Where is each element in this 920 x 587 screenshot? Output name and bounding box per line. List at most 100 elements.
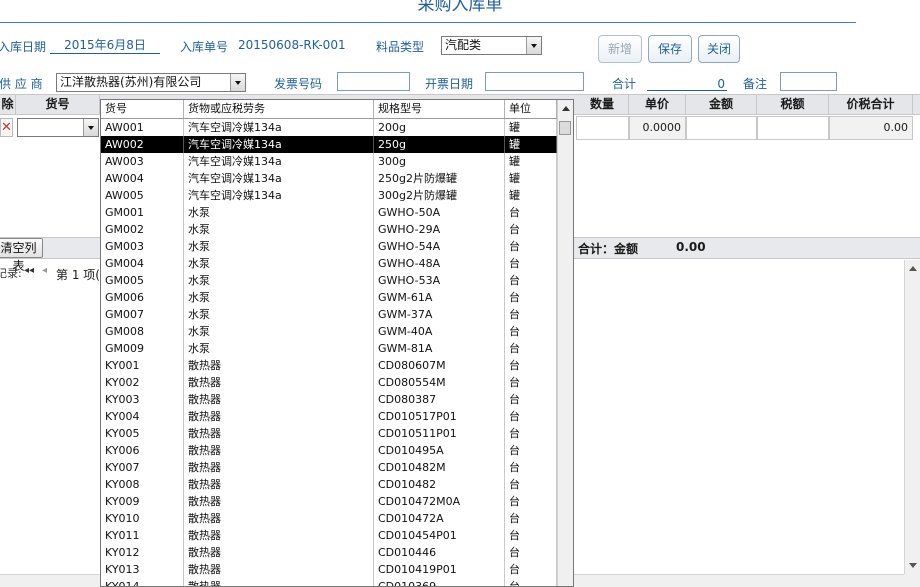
dropdown-cell-code: KY013 [101, 561, 184, 578]
dropdown-row[interactable]: KY011 散热器 CD010454P01 台 [101, 527, 557, 544]
dropdown-cell-unit: 罐 [505, 187, 557, 204]
dropdown-row[interactable]: AW002 汽车空调冷媒134a 250g 罐 [101, 136, 557, 153]
save-button[interactable]: 保存 [648, 35, 692, 63]
dropdown-cell-code: KY006 [101, 442, 184, 459]
first-record-icon[interactable]: ◂◂ [24, 265, 34, 276]
dropdown-cell-unit: 台 [505, 255, 557, 272]
dropdown-cell-unit: 台 [505, 493, 557, 510]
dropdown-row[interactable]: KY001 散热器 CD080607M 台 [101, 357, 557, 374]
dropdown-row[interactable]: AW005 汽车空调冷媒134a 300g2片防爆罐罐 [101, 187, 557, 204]
dropdown-row[interactable]: KY007 散热器 CD010482M 台 [101, 459, 557, 476]
dropdown-cell-name: 散热器 [184, 561, 374, 578]
dropdown-cell-unit: 台 [505, 306, 557, 323]
new-button[interactable]: 新增 [598, 35, 642, 63]
dropdown-cell-unit: 台 [505, 357, 557, 374]
dropdown-cell-spec: CD010472A [374, 510, 505, 527]
title-divider [0, 22, 856, 23]
dropdown-header-spec: 规格型号 [374, 100, 505, 118]
date-label: 入库日期 [0, 40, 47, 54]
dropdown-cell-name: 散热器 [184, 357, 374, 374]
dropdown-cell-name: 汽车空调冷媒134a [184, 187, 374, 204]
invoice-no-input[interactable] [337, 72, 410, 91]
clear-list-button[interactable]: 清空列表 [0, 238, 43, 273]
dropdown-row[interactable]: KY010 散热器 CD010472A 台 [101, 510, 557, 527]
tax-cell[interactable] [757, 116, 829, 140]
dropdown-row[interactable]: KY008 散热器 CD010482 台 [101, 476, 557, 493]
dropdown-row[interactable]: KY002 散热器 CD080554M 台 [101, 374, 557, 391]
chevron-down-icon[interactable] [83, 119, 98, 136]
dropdown-row[interactable]: GM005 水泵 GWHO-53A 台 [101, 272, 557, 289]
dropdown-row[interactable]: GM006 水泵 GWM-61A 台 [101, 289, 557, 306]
dropdown-row[interactable]: KY005 散热器 CD010511P01 台 [101, 425, 557, 442]
price-cell[interactable]: 0.0000 [629, 116, 686, 140]
dropdown-cell-name: 水泵 [184, 306, 374, 323]
dropdown-cell-name: 散热器 [184, 544, 374, 561]
dropdown-row[interactable]: KY013 散热器 CD010419P01 台 [101, 561, 557, 578]
dropdown-row[interactable]: GM008 水泵 GWM-40A 台 [101, 323, 557, 340]
page-vertical-scrollbar[interactable] [904, 260, 920, 574]
dropdown-cell-unit: 台 [505, 459, 557, 476]
footer-total-amount: 0.00 [676, 240, 706, 254]
dropdown-cell-spec: CD010446 [374, 544, 505, 561]
total-cell[interactable]: 0.00 [829, 116, 913, 140]
category-select-value: 汽配类 [445, 38, 482, 52]
amount-cell[interactable] [686, 116, 757, 140]
item-dropdown-list[interactable]: 货号 货物或应税劳务 规格型号 单位 AW001 汽车空调冷媒134a 200g 罐 A… [100, 99, 574, 587]
dropdown-cell-name: 水泵 [184, 272, 374, 289]
invoice-date-input[interactable] [485, 72, 584, 91]
dropdown-row[interactable]: AW001 汽车空调冷媒134a 200g 罐 [101, 119, 557, 136]
dropdown-cell-unit: 罐 [505, 153, 557, 170]
dropdown-cell-code: KY001 [101, 357, 184, 374]
supplier-select[interactable]: 江洋散热器(苏州)有限公司 [56, 73, 246, 92]
dropdown-row[interactable]: GM003 水泵 GWHO-54A 台 [101, 238, 557, 255]
date-field[interactable]: 2015年6月8日 [50, 36, 160, 54]
dropdown-cell-spec: 300g2片防爆罐 [374, 187, 505, 204]
dropdown-row[interactable]: KY006 散热器 CD010495A 台 [101, 442, 557, 459]
dropdown-row[interactable]: GM009 水泵 GWM-81A 台 [101, 340, 557, 357]
dropdown-row[interactable]: KY009 散热器 CD010472M0A 台 [101, 493, 557, 510]
dropdown-cell-unit: 台 [505, 578, 557, 586]
scroll-up-icon[interactable] [558, 100, 573, 117]
item-no-select[interactable] [17, 118, 99, 137]
dropdown-row[interactable]: GM004 水泵 GWHO-48A 台 [101, 255, 557, 272]
dropdown-row[interactable]: AW004 汽车空调冷媒134a 250g2片防爆罐罐 [101, 170, 557, 187]
dropdown-cell-code: KY007 [101, 459, 184, 476]
scroll-thumb[interactable] [559, 121, 571, 135]
dropdown-cell-code: AW004 [101, 170, 184, 187]
dropdown-cell-code: GM008 [101, 323, 184, 340]
dropdown-row[interactable]: AW003 汽车空调冷媒134a 300g 罐 [101, 153, 557, 170]
dropdown-row[interactable]: KY003 散热器 CD080387 台 [101, 391, 557, 408]
chevron-down-icon[interactable] [230, 74, 245, 91]
dropdown-cell-code: GM005 [101, 272, 184, 289]
total-value: 0 [647, 77, 727, 91]
dropdown-row[interactable]: KY004 散热器 CD010517P01 台 [101, 408, 557, 425]
dropdown-cell-spec: GWM-37A [374, 306, 505, 323]
chevron-down-icon[interactable] [526, 37, 541, 54]
close-button[interactable]: 关闭 [698, 35, 740, 63]
dropdown-cell-unit: 台 [505, 221, 557, 238]
dropdown-cell-code: GM002 [101, 221, 184, 238]
dropdown-cell-unit: 台 [505, 476, 557, 493]
dropdown-row[interactable]: GM001 水泵 GWHO-50A 台 [101, 204, 557, 221]
prev-record-icon[interactable]: ◂ [42, 265, 47, 276]
dropdown-cell-name: 散热器 [184, 459, 374, 476]
dropdown-row[interactable]: GM007 水泵 GWM-37A 台 [101, 306, 557, 323]
category-select[interactable]: 汽配类 [441, 36, 542, 55]
dropdown-cell-code: KY014 [101, 578, 184, 586]
delete-row-icon[interactable]: ✕ [0, 118, 13, 137]
dropdown-row[interactable]: GM002 水泵 GWHO-29A 台 [101, 221, 557, 238]
dropdown-row[interactable]: KY012 散热器 CD010446 台 [101, 544, 557, 561]
dropdown-cell-code: AW005 [101, 187, 184, 204]
remark-input[interactable] [780, 72, 837, 91]
grid-header-tax: 税额 [757, 95, 829, 114]
dropdown-cell-unit: 台 [505, 272, 557, 289]
dropdown-cell-name: 汽车空调冷媒134a [184, 119, 374, 136]
qty-cell[interactable] [576, 116, 629, 140]
dropdown-scrollbar[interactable] [557, 100, 573, 586]
dropdown-row[interactable]: KY014 散热器 CD010369 台 [101, 578, 557, 586]
dropdown-cell-unit: 台 [505, 238, 557, 255]
dropdown-cell-name: 散热器 [184, 425, 374, 442]
dropdown-cell-code: KY003 [101, 391, 184, 408]
dropdown-cell-unit: 台 [505, 408, 557, 425]
dropdown-cell-code: AW003 [101, 153, 184, 170]
